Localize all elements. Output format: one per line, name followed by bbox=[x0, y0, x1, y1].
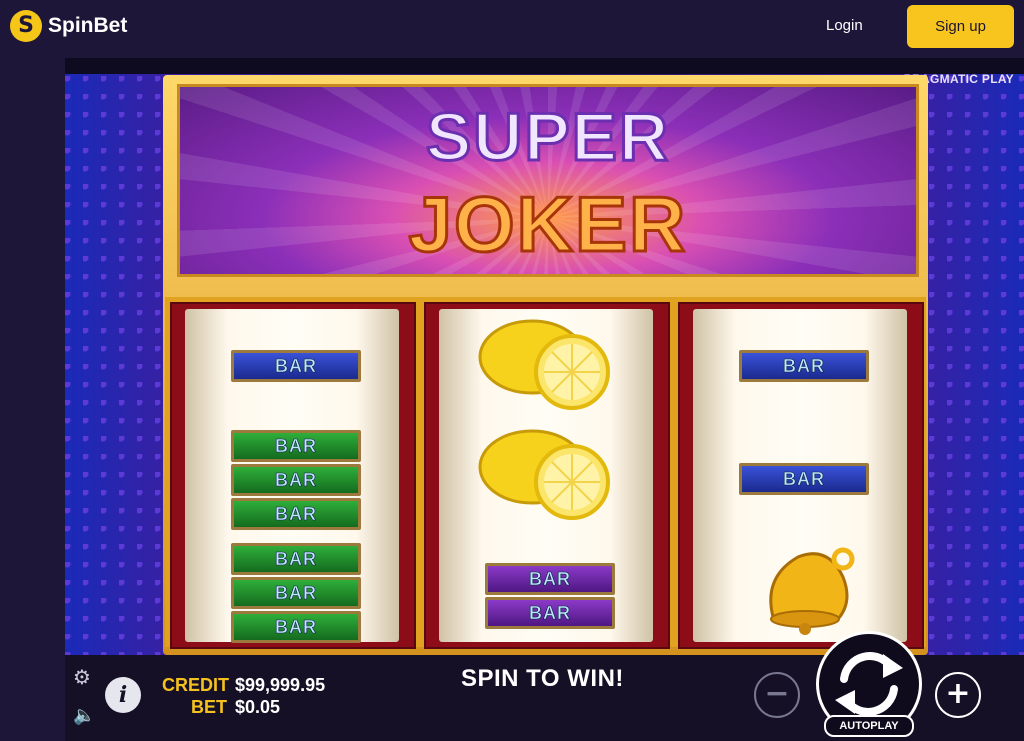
info-button[interactable]: i bbox=[105, 677, 141, 713]
credit-label: CREDIT bbox=[162, 675, 229, 695]
bar-symbol: BAR bbox=[231, 577, 361, 609]
settings-gear-icon[interactable]: ⚙ bbox=[73, 667, 93, 687]
brand-name: SpinBet bbox=[48, 14, 128, 37]
bar-symbol: BAR bbox=[231, 350, 361, 382]
sound-speaker-icon[interactable]: 🔈 bbox=[73, 705, 95, 726]
spinbet-logo-icon: S bbox=[10, 10, 42, 42]
credit-value: $99,999.95 bbox=[235, 675, 326, 695]
title-joker: JOKER bbox=[407, 180, 688, 268]
bet-label: BET bbox=[191, 697, 227, 717]
bar-symbol: BAR bbox=[739, 463, 869, 495]
bet-value: $0.05 bbox=[235, 697, 281, 717]
reel-2: BAR BAR bbox=[424, 302, 670, 649]
game-area: PRAGMATIC PLAY SUPER JOKER BAR BAR BAR B… bbox=[65, 58, 1024, 741]
decrease-bet-button[interactable]: − bbox=[754, 672, 800, 718]
login-link[interactable]: Login bbox=[826, 17, 863, 34]
spin-message: SPIN TO WIN! bbox=[461, 665, 624, 692]
reel-strip: BAR BAR BAR BAR BAR BAR BAR bbox=[185, 309, 399, 643]
slot-cabinet: SUPER JOKER BAR BAR BAR BAR BAR BAR BAR bbox=[163, 75, 928, 655]
increase-bet-button[interactable]: + bbox=[935, 672, 981, 718]
reel-strip: BAR BAR bbox=[693, 309, 907, 642]
bar-symbol: BAR bbox=[485, 597, 615, 629]
lemon-icon bbox=[478, 319, 610, 410]
reel-3: BAR BAR bbox=[678, 302, 924, 649]
site-header: S SpinBet Login Sign up bbox=[0, 0, 1024, 58]
lemon-icon bbox=[478, 429, 610, 520]
reel-1: BAR BAR BAR BAR BAR BAR BAR bbox=[170, 302, 416, 649]
bar-symbol: BAR bbox=[739, 350, 869, 382]
bar-symbol: BAR bbox=[231, 498, 361, 530]
title-super: SUPER bbox=[424, 99, 671, 175]
bar-symbol: BAR bbox=[231, 430, 361, 462]
left-sidebar bbox=[0, 58, 65, 741]
bar-symbol: BAR bbox=[231, 464, 361, 496]
reel-strip: BAR BAR bbox=[439, 309, 653, 642]
bar-symbol: BAR bbox=[485, 563, 615, 595]
control-bar: ⚙ 🔈 i CREDIT $99,999.95 BET $0.05 SPIN T… bbox=[65, 631, 1024, 741]
bar-symbol: BAR bbox=[231, 543, 361, 575]
brand-logo[interactable]: S SpinBet bbox=[10, 10, 127, 42]
reels-frame: BAR BAR BAR BAR BAR BAR BAR BAR BAR BAR … bbox=[165, 297, 926, 649]
signup-button[interactable]: Sign up bbox=[907, 5, 1014, 48]
bell-icon bbox=[769, 547, 855, 635]
bar-symbol: BAR bbox=[231, 611, 361, 643]
game-top-strip bbox=[65, 58, 1024, 74]
autoplay-button[interactable]: AUTOPLAY bbox=[824, 715, 914, 737]
title-marquee: SUPER JOKER bbox=[177, 84, 919, 277]
